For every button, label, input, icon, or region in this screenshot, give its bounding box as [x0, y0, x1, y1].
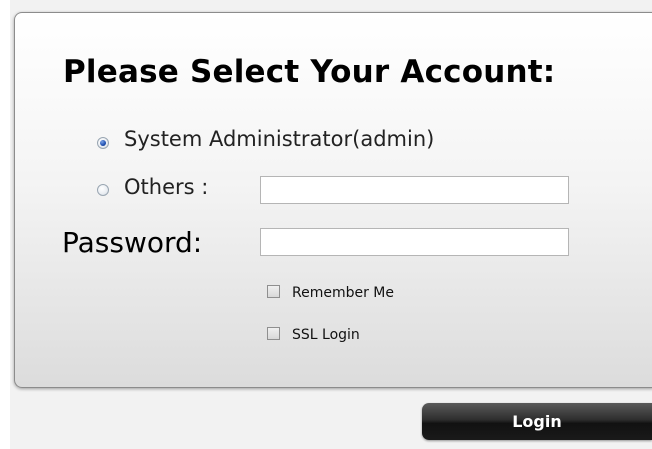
others-label[interactable]: Others : [124, 175, 208, 199]
radio-others[interactable] [97, 184, 109, 196]
password-label: Password: [62, 226, 203, 259]
remember-me-label[interactable]: Remember Me [292, 285, 394, 301]
radio-selected-dot [100, 140, 106, 146]
others-username-input[interactable] [260, 176, 569, 204]
system-administrator-label[interactable]: System Administrator(admin) [124, 127, 434, 151]
password-input[interactable] [260, 228, 569, 256]
login-button[interactable]: Login [422, 403, 652, 440]
page-title: Please Select Your Account: [63, 54, 556, 90]
ssl-login-checkbox[interactable] [267, 327, 280, 340]
remember-me-checkbox[interactable] [267, 285, 280, 298]
ssl-login-label[interactable]: SSL Login [292, 327, 360, 343]
radio-system-administrator[interactable] [97, 137, 109, 149]
